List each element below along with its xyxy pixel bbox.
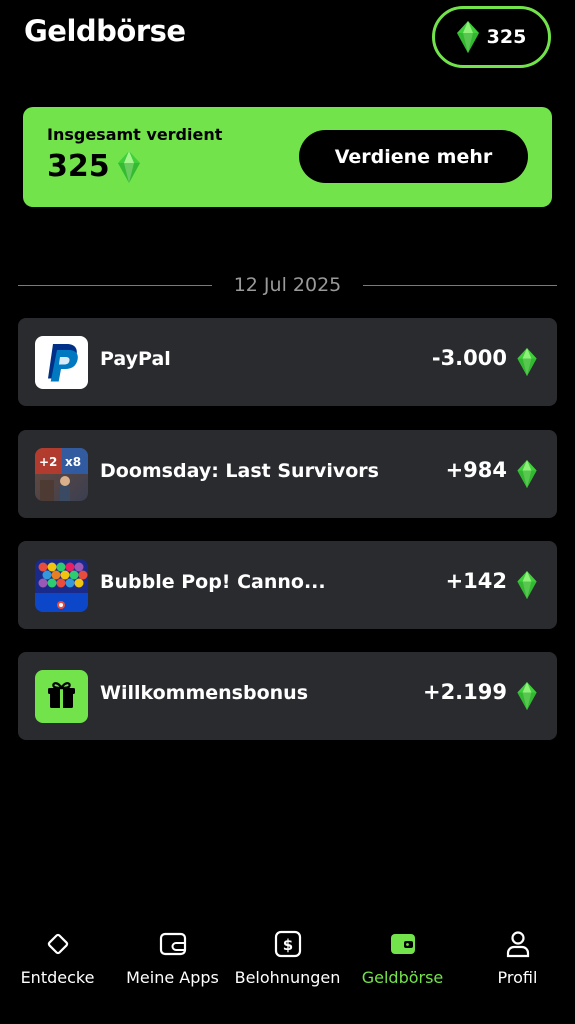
gem-icon (517, 571, 537, 599)
svg-text:$: $ (282, 936, 292, 954)
nav-label: Meine Apps (126, 968, 219, 987)
nav-item-geldboerse[interactable]: Geldbörse (345, 928, 460, 987)
balance-pill[interactable]: 325 (432, 6, 551, 68)
nav-label: Entdecke (20, 968, 95, 987)
transaction-row[interactable]: Bubble Pop! Canno... +142 (18, 541, 557, 629)
nav-item-meine-apps[interactable]: Meine Apps (115, 928, 230, 987)
total-earned-card: Insgesamt verdient 325 Verdiene mehr (23, 107, 552, 207)
earn-more-button[interactable]: Verdiene mehr (299, 130, 528, 183)
transaction-row[interactable]: +2 x8 Doomsday: Last Survivors +984 (18, 430, 557, 518)
transaction-row[interactable]: Willkommensbonus +2.199 (18, 652, 557, 740)
transaction-amount: +984 (445, 458, 507, 482)
bottom-nav: Entdecke Meine Apps $ Belohnungen Geldbö… (0, 918, 575, 1024)
gem-icon (517, 348, 537, 376)
transaction-name: PayPal (100, 348, 171, 370)
date-separator: 12 Jul 2025 (18, 272, 557, 300)
total-earned-value: 325 (47, 149, 110, 184)
diamond-outline-icon (47, 933, 68, 955)
nav-item-entdecke[interactable]: Entdecke (0, 928, 115, 987)
nav-item-profil[interactable]: Profil (460, 928, 575, 987)
person-icon (506, 931, 529, 958)
gem-icon (517, 682, 537, 710)
transaction-row[interactable]: PayPal -3.000 (18, 318, 557, 406)
gift-icon (35, 670, 88, 723)
doomsday-app-icon: +2 x8 (35, 448, 88, 501)
transaction-amount: +142 (445, 569, 507, 593)
balance-value: 325 (486, 26, 527, 48)
svg-text:+2: +2 (39, 455, 57, 469)
wallet-outline-icon (159, 932, 186, 956)
gem-icon (517, 460, 537, 488)
nav-label: Belohnungen (234, 968, 341, 987)
divider (363, 285, 557, 286)
gem-icon (117, 150, 140, 183)
dollar-icon: $ (274, 930, 301, 958)
transaction-name: Bubble Pop! Canno... (100, 571, 326, 593)
page-title: Geldbörse (24, 14, 186, 48)
transaction-name: Doomsday: Last Survivors (100, 460, 379, 482)
gem-icon (456, 21, 479, 53)
transaction-amount: +2.199 (422, 680, 507, 704)
total-earned-label: Insgesamt verdient (47, 125, 223, 144)
nav-label: Profil (497, 968, 538, 987)
wallet-filled-icon (390, 934, 415, 954)
transaction-name: Willkommensbonus (100, 682, 309, 704)
nav-item-belohnungen[interactable]: $ Belohnungen (230, 928, 345, 987)
header: Geldbörse 325 (0, 0, 575, 80)
paypal-icon (35, 336, 88, 389)
transaction-amount: -3.000 (431, 346, 507, 370)
nav-label: Geldbörse (361, 968, 444, 987)
bubble-pop-app-icon (35, 559, 88, 612)
svg-text:x8: x8 (65, 455, 81, 469)
